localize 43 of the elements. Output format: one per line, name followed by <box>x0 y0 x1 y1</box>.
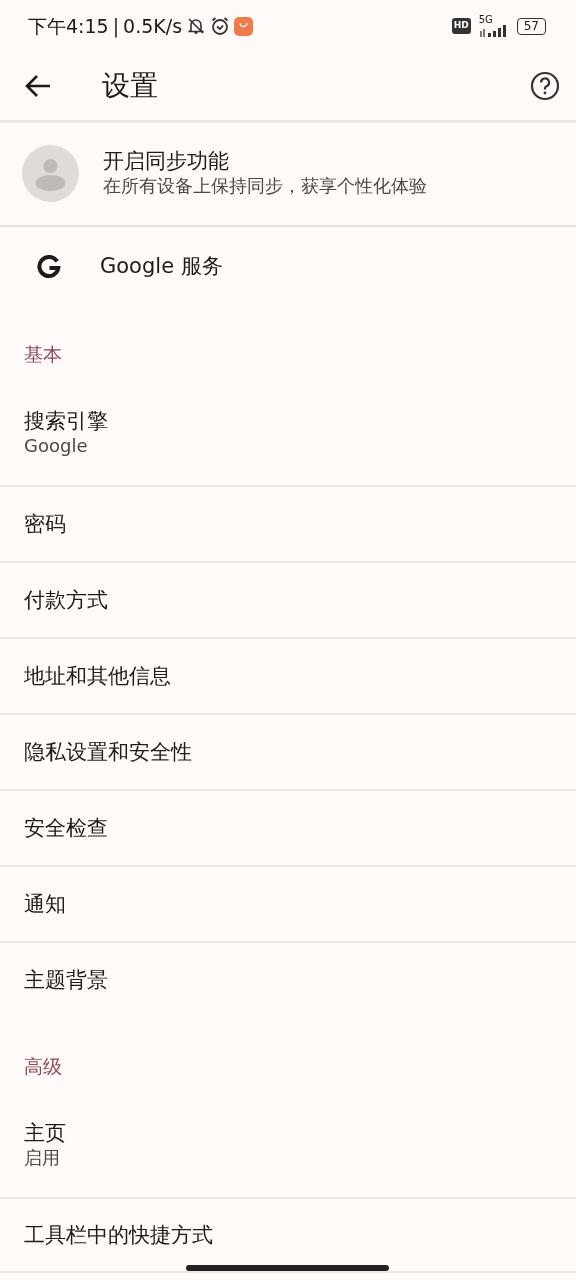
item-subtitle: Google <box>24 433 89 458</box>
status-time: 下午4:15 <box>28 13 109 39</box>
network-speed: 0.5K/s <box>123 13 183 39</box>
section-header: 高级 <box>23 1053 63 1079</box>
sync-title: 开启同步功能 <box>103 148 230 175</box>
item-title: 隐私设置和安全性 <box>24 738 193 766</box>
muted-bell-icon <box>186 16 207 36</box>
network-type: 5G <box>478 15 493 25</box>
item-title: 密码 <box>24 510 67 538</box>
item-title: 搜索引擎 <box>24 407 109 434</box>
settings-item[interactable]: 主题背景 <box>0 941 576 1017</box>
settings-item[interactable]: 密码 <box>0 485 576 561</box>
settings-item[interactable]: 主页 启用 <box>0 1093 576 1197</box>
g-logo-icon <box>36 253 62 279</box>
item-title: 地址和其他信息 <box>24 662 172 690</box>
settings-item[interactable]: 安全检查 <box>0 789 576 865</box>
item-title: 安全检查 <box>24 814 109 842</box>
settings-item[interactable]: 搜索引擎 Google <box>0 381 576 485</box>
help-icon[interactable] <box>530 71 560 101</box>
settings-item[interactable]: 地址和其他信息 <box>0 637 576 713</box>
sync-subtitle: 在所有设备上保持同步，获享个性化体验 <box>103 174 427 199</box>
item-title: 通知 <box>24 890 67 918</box>
google-services-label: Google 服务 <box>100 252 223 280</box>
status-separator: | <box>112 13 120 40</box>
google-services-row[interactable]: Google 服务 <box>0 227 576 305</box>
avatar-icon <box>22 145 79 202</box>
item-title: 付款方式 <box>24 586 109 614</box>
back-arrow-icon[interactable] <box>24 74 52 98</box>
hd-indicator: HD <box>451 18 471 34</box>
item-subtitle: 启用 <box>24 1145 61 1170</box>
settings-item[interactable]: 通知 <box>0 865 576 941</box>
section-header: 基本 <box>23 341 63 367</box>
settings-item[interactable]: 隐私设置和安全性 <box>0 713 576 789</box>
item-title: 主页 <box>24 1119 67 1146</box>
settings-item[interactable]: 付款方式 <box>0 561 576 637</box>
item-title: 工具栏中的快捷方式 <box>24 1221 214 1249</box>
battery-indicator: 57 <box>516 17 546 35</box>
item-title: 主题背景 <box>24 966 109 994</box>
sync-row[interactable]: 开启同步功能 在所有设备上保持同步，获享个性化体验 <box>0 122 576 227</box>
page-title: 设置 <box>102 68 159 104</box>
alarm-clock-icon <box>210 16 231 36</box>
app-notification-icon <box>234 16 254 36</box>
signal-icon <box>478 25 509 37</box>
